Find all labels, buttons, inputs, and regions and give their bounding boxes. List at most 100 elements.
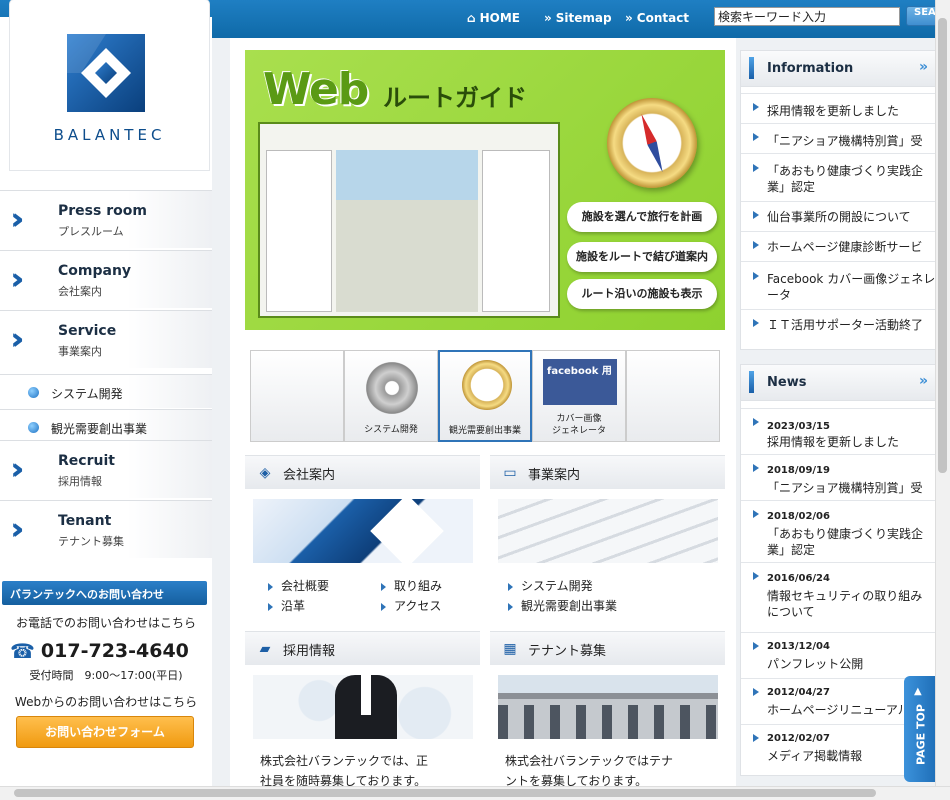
sitemap-link[interactable]: » Sitemap bbox=[544, 8, 612, 28]
section-title: 会社案内 bbox=[283, 468, 336, 483]
news-item[interactable]: 2013/12/04 パンフレット公開 bbox=[741, 632, 950, 678]
triangle-right-icon bbox=[508, 602, 513, 611]
office-hours: 受付時間 9:00～17:00(平日) bbox=[29, 669, 183, 682]
triangle-right-icon bbox=[753, 510, 759, 518]
sidebar-subitem-label: システム開発 bbox=[51, 387, 123, 401]
facebook-badge: facebook 用 bbox=[543, 359, 617, 405]
building-image bbox=[498, 675, 718, 739]
information-item[interactable]: 「あおもり健康づくり実践企 業」認定 bbox=[741, 153, 950, 201]
arrow-up-icon: ▲ bbox=[914, 686, 922, 697]
information-item[interactable]: ＩＴ活用サポーター活動終了 bbox=[741, 309, 950, 339]
page-top-button[interactable]: ▲ PAGE TOP bbox=[904, 676, 936, 782]
sidebar-item-ja: テナント募集 bbox=[58, 535, 124, 548]
sidebar-subitem-system[interactable]: システム開発 bbox=[0, 374, 212, 408]
hero-feature-pill: ルート沿いの施設も表示 bbox=[567, 279, 717, 309]
service-link-system[interactable]: システム開発 bbox=[508, 577, 593, 594]
home-icon: ⌂ bbox=[467, 11, 476, 25]
sidebar-item-press-room[interactable]: ›› Press room プレスルーム bbox=[0, 190, 212, 248]
recruit-text-line1: 株式会社バランテックでは、正 bbox=[260, 754, 429, 768]
sidebar-item-service[interactable]: ›› Service 事業案内 bbox=[0, 310, 212, 368]
horizontal-scrollbar-thumb[interactable] bbox=[14, 789, 876, 797]
phone-number-text: 017-723-4640 bbox=[40, 640, 189, 662]
triangle-right-icon bbox=[753, 133, 759, 141]
information-title: Information bbox=[767, 61, 854, 76]
triangle-right-icon bbox=[753, 241, 759, 249]
thumb-label: カバー画像 bbox=[556, 414, 602, 424]
logo-wordmark: BALANTEC bbox=[53, 126, 166, 144]
information-more-link[interactable]: » bbox=[919, 59, 928, 75]
company-link-initiatives[interactable]: 取り組み bbox=[381, 577, 442, 594]
news-item[interactable]: 2023/03/15 採用情報を更新しました bbox=[741, 408, 950, 454]
section-company-header[interactable]: ◈ 会社案内 bbox=[245, 455, 480, 489]
thumb-label: システム開発 bbox=[364, 425, 418, 435]
news-more-link[interactable]: » bbox=[919, 373, 928, 389]
company-link-access[interactable]: アクセス bbox=[381, 597, 441, 614]
hero-feature-pill: 施設を選んで旅行を計画 bbox=[567, 202, 717, 232]
triangle-right-icon bbox=[508, 582, 513, 591]
triangle-right-icon bbox=[268, 602, 273, 611]
thumb-facebook-generator[interactable]: facebook 用 カバー画像 ジェネレータ bbox=[532, 350, 626, 442]
information-item[interactable]: 仙台事業所の開設について bbox=[741, 201, 950, 231]
service-link-tourism[interactable]: 観光需要創出事業 bbox=[508, 597, 617, 614]
banner-thumbnails: システム開発 観光需要創出事業 facebook 用 カバー画像 ジェネレータ bbox=[250, 350, 720, 442]
contact-link[interactable]: » Contact bbox=[625, 8, 689, 28]
double-chevron-icon: » bbox=[544, 11, 552, 25]
home-link[interactable]: ⌂ HOME bbox=[467, 8, 520, 28]
contact-form-button[interactable]: お問い合わせフォーム bbox=[16, 716, 194, 748]
news-item[interactable]: 2018/09/19 「ニアショア機構特別賞」受 bbox=[741, 454, 950, 500]
triangle-right-icon bbox=[381, 602, 386, 611]
link-label: 取り組み bbox=[394, 579, 443, 593]
triangle-right-icon bbox=[753, 164, 759, 172]
sidebar-item-en: Tenant bbox=[58, 513, 112, 529]
information-item[interactable]: Facebook カバー画像ジェネレ ータ bbox=[741, 261, 950, 309]
news-date: 2012/04/27 bbox=[767, 687, 830, 698]
hero-banner-route-guide[interactable]: Web ルートガイド 施設を選んで旅行を計画 施設をルートで結び道案内 ルート沿… bbox=[245, 50, 725, 330]
company-link-history[interactable]: 沿革 bbox=[268, 597, 305, 614]
triangle-right-icon bbox=[381, 582, 386, 591]
sidebar-item-en: Recruit bbox=[58, 453, 115, 469]
company-link-overview[interactable]: 会社概要 bbox=[268, 577, 329, 594]
news-item[interactable]: 2016/06/24 情報セキュリティの取り組み について bbox=[741, 562, 950, 632]
news-date: 2018/09/19 bbox=[767, 465, 830, 476]
news-item[interactable]: 2018/02/06 「あおもり健康づくり実践企 業」認定 bbox=[741, 500, 950, 562]
information-item-text: ＩＴ活用サポーター活動終了 bbox=[767, 318, 924, 332]
triangle-right-icon bbox=[753, 103, 759, 111]
contact-link-label: Contact bbox=[636, 11, 690, 25]
thumb-label: 観光需要創出事業 bbox=[448, 426, 521, 436]
hero-subtitle: ルートガイド bbox=[383, 84, 527, 112]
logo-mark-icon bbox=[67, 34, 145, 112]
sidebar-item-company[interactable]: ›› Company 会社案内 bbox=[0, 250, 212, 308]
sidebar-item-ja: プレスルーム bbox=[58, 225, 124, 238]
information-item[interactable]: ホームページ健康診断サービ bbox=[741, 231, 950, 261]
bullet-dot-icon bbox=[28, 387, 39, 398]
sidebar-item-ja: 事業案内 bbox=[58, 345, 102, 358]
sidebar-item-recruit[interactable]: ›› Recruit 採用情報 bbox=[0, 440, 212, 498]
search-input[interactable] bbox=[714, 7, 900, 26]
briefcase-icon: ▰ bbox=[259, 641, 271, 657]
section-tenant-header[interactable]: ▦ テナント募集 bbox=[490, 631, 725, 665]
information-item[interactable]: 採用情報を更新しました bbox=[741, 93, 950, 123]
thumb-label: ジェネレータ bbox=[551, 426, 606, 436]
thumb-blank-left[interactable] bbox=[250, 350, 344, 442]
sidebar-subitem-tourism[interactable]: 観光需要創出事業 bbox=[0, 409, 212, 443]
information-item-text: Facebook カバー画像ジェネレ bbox=[767, 272, 936, 286]
sidebar-item-ja: 採用情報 bbox=[58, 475, 102, 488]
section-service-header[interactable]: ▭ 事業案内 bbox=[490, 455, 725, 489]
triangle-right-icon bbox=[268, 582, 273, 591]
information-item[interactable]: 「ニアショア機構特別賞」受 bbox=[741, 123, 950, 153]
logo[interactable]: BALANTEC bbox=[10, 0, 209, 170]
section-title: テナント募集 bbox=[528, 644, 607, 659]
thumb-system[interactable]: システム開発 bbox=[344, 350, 438, 442]
vertical-scrollbar-thumb[interactable] bbox=[938, 18, 947, 473]
sitemap-link-label: Sitemap bbox=[555, 11, 612, 25]
section-recruit-header[interactable]: ▰ 採用情報 bbox=[245, 631, 480, 665]
phone-number: ☎ 017-723-4640 bbox=[10, 638, 210, 664]
information-item-text: 「あおもり健康づくり実践企 bbox=[767, 164, 924, 178]
thumb-tourism[interactable]: 観光需要創出事業 bbox=[438, 350, 532, 442]
sidebar-item-en: Service bbox=[58, 323, 117, 339]
sidebar-item-tenant[interactable]: ›› Tenant テナント募集 bbox=[0, 500, 212, 558]
thumb-blank-right[interactable] bbox=[626, 350, 720, 442]
information-item-text: 業」認定 bbox=[767, 180, 816, 194]
triangle-right-icon bbox=[753, 464, 759, 472]
hero-map-screenshot bbox=[258, 122, 560, 318]
